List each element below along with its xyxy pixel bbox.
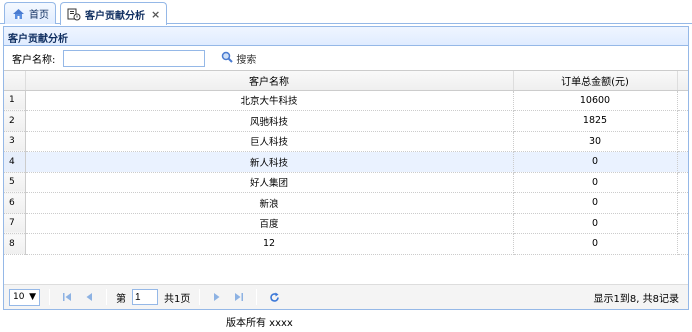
order-total-cell: 0 xyxy=(513,192,678,214)
separator xyxy=(199,289,201,305)
pagination-info: 显示1到8, 共8记录 xyxy=(593,293,679,305)
scrollbar-spacer xyxy=(677,131,688,152)
search-icon xyxy=(221,51,234,66)
row-number: 1 xyxy=(4,90,26,111)
scrollbar-spacer xyxy=(677,172,688,193)
customer-name-cell: 新浪 xyxy=(25,192,514,214)
scrollbar-spacer xyxy=(677,90,688,111)
page-size-select[interactable]: 10 ▼ xyxy=(9,288,40,306)
table-row[interactable]: 3 巨人科技 30 xyxy=(4,131,688,152)
grid-header: 客户名称 订单总金额(元) xyxy=(4,71,688,91)
page-size-value: 10 xyxy=(13,292,25,302)
next-page-icon[interactable] xyxy=(209,289,225,305)
order-total-cell: 30 xyxy=(513,131,678,152)
home-icon xyxy=(11,7,25,21)
separator xyxy=(256,289,258,305)
order-total-cell: 0 xyxy=(513,213,678,234)
search-bar: 客户名称: 搜索 xyxy=(4,46,688,70)
tab-customer-contribution[interactable]: 客户贡献分析 × xyxy=(60,2,168,25)
customer-name-cell: 巨人科技 xyxy=(25,131,514,152)
search-button[interactable]: 搜索 xyxy=(221,51,256,66)
prev-page-icon[interactable] xyxy=(81,289,97,305)
scrollbar-spacer xyxy=(677,110,688,132)
refresh-icon[interactable] xyxy=(266,289,282,305)
customer-name-cell: 百度 xyxy=(25,213,514,234)
chevron-down-icon: ▼ xyxy=(29,292,36,302)
last-page-icon[interactable] xyxy=(231,289,247,305)
scrollbar-spacer xyxy=(677,151,688,173)
customer-name-cell: 12 xyxy=(25,233,514,255)
customer-contribution-panel: 客户贡献分析 客户名称: 搜索 客户名称 订单总金额(元) 1 北京大牛科技 106… xyxy=(3,26,689,310)
page-number-input[interactable] xyxy=(132,289,158,305)
scrollbar-header-spacer xyxy=(677,71,688,91)
customer-name-cell: 风驰科技 xyxy=(25,110,514,132)
order-total-cell: 1825 xyxy=(513,110,678,132)
table-row[interactable]: 8 12 0 xyxy=(4,233,688,255)
row-number: 6 xyxy=(4,192,26,214)
order-total-cell: 0 xyxy=(513,233,678,255)
table-row[interactable]: 7 百度 0 xyxy=(4,213,688,234)
report-icon xyxy=(67,7,81,21)
order-total-cell: 0 xyxy=(513,151,678,173)
data-grid: 客户名称 订单总金额(元) 1 北京大牛科技 10600 2 风驰科技 1825 3 巨人科技… xyxy=(4,70,688,282)
table-row[interactable]: 4 新人科技 0 xyxy=(4,151,688,173)
column-header-customer-name[interactable]: 客户名称 xyxy=(25,71,514,91)
order-total-cell: 10600 xyxy=(513,90,678,111)
customer-name-cell: 好人集团 xyxy=(25,172,514,193)
row-number: 7 xyxy=(4,213,26,234)
row-number: 5 xyxy=(4,172,26,193)
row-number: 3 xyxy=(4,131,26,152)
search-button-label: 搜索 xyxy=(236,54,257,66)
row-number: 2 xyxy=(4,110,26,132)
separator xyxy=(106,289,107,305)
separator xyxy=(49,289,50,305)
close-icon[interactable]: × xyxy=(151,8,160,21)
row-number: 4 xyxy=(4,151,26,173)
customer-name-cell: 北京大牛科技 xyxy=(25,90,514,111)
row-number: 8 xyxy=(4,233,26,255)
table-row[interactable]: 6 新浪 0 xyxy=(4,192,688,214)
tab-home[interactable]: 首页 xyxy=(4,2,56,24)
column-header-order-total[interactable]: 订单总金额(元) xyxy=(513,71,678,91)
row-number-header xyxy=(4,71,26,91)
table-row[interactable]: 2 风驰科技 1825 xyxy=(4,110,688,132)
customer-name-label: 客户名称: xyxy=(12,54,56,66)
customer-name-input[interactable] xyxy=(63,49,206,67)
tab-home-label: 首页 xyxy=(29,10,49,21)
scrollbar-spacer xyxy=(677,192,688,214)
first-page-icon[interactable] xyxy=(59,289,75,305)
pagination-bar: 10 ▼ 第 共1页 显示1到8, 共8记录 xyxy=(4,284,688,309)
table-row[interactable]: 5 好人集团 0 xyxy=(4,172,688,193)
panel-title: 客户贡献分析 xyxy=(4,27,688,46)
tab-customer-contribution-label: 客户贡献分析 xyxy=(85,10,145,22)
table-row[interactable]: 1 北京大牛科技 10600 xyxy=(4,90,688,111)
order-total-cell: 0 xyxy=(513,172,678,193)
scrollbar-spacer xyxy=(677,213,688,234)
page-prefix: 第 xyxy=(116,293,126,305)
footer-copyright: 版本所有 xxxx xyxy=(0,310,692,332)
scrollbar-spacer xyxy=(677,233,688,255)
customer-name-cell: 新人科技 xyxy=(25,151,514,173)
tab-bar: 首页 客户贡献分析 × xyxy=(0,0,692,25)
page-total: 共1页 xyxy=(164,293,191,305)
